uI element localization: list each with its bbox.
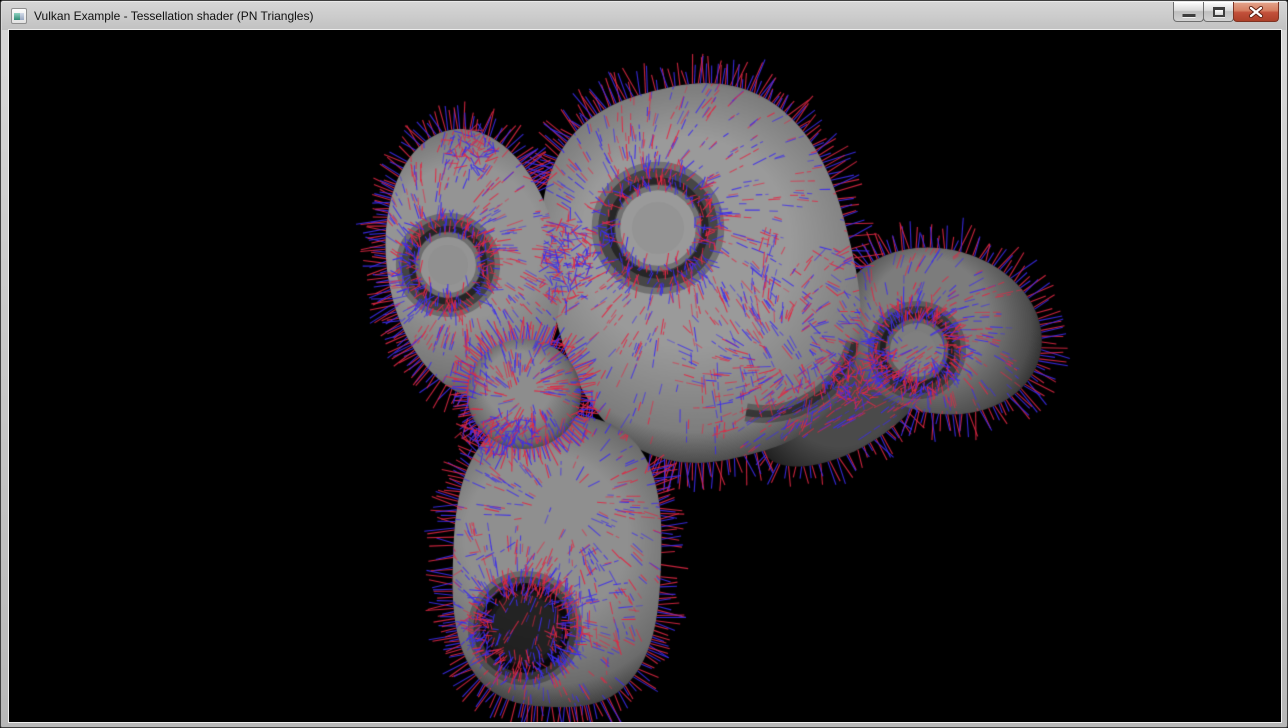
app-window: Vulkan Example - Tessellation shader (PN… (0, 0, 1288, 728)
minimize-icon (1182, 14, 1195, 17)
window-controls (1174, 2, 1279, 23)
window-titlebar[interactable]: Vulkan Example - Tessellation shader (PN… (2, 2, 1286, 30)
maximize-button[interactable] (1203, 2, 1234, 22)
maximize-icon (1213, 7, 1225, 17)
close-icon (1248, 6, 1264, 18)
close-button[interactable] (1233, 2, 1279, 22)
window-title: Vulkan Example - Tessellation shader (PN… (34, 9, 313, 23)
minimize-button[interactable] (1173, 2, 1204, 22)
vulkan-app-icon[interactable] (11, 8, 27, 24)
viewport-3d[interactable] (9, 30, 1281, 722)
render-area (9, 30, 1281, 722)
